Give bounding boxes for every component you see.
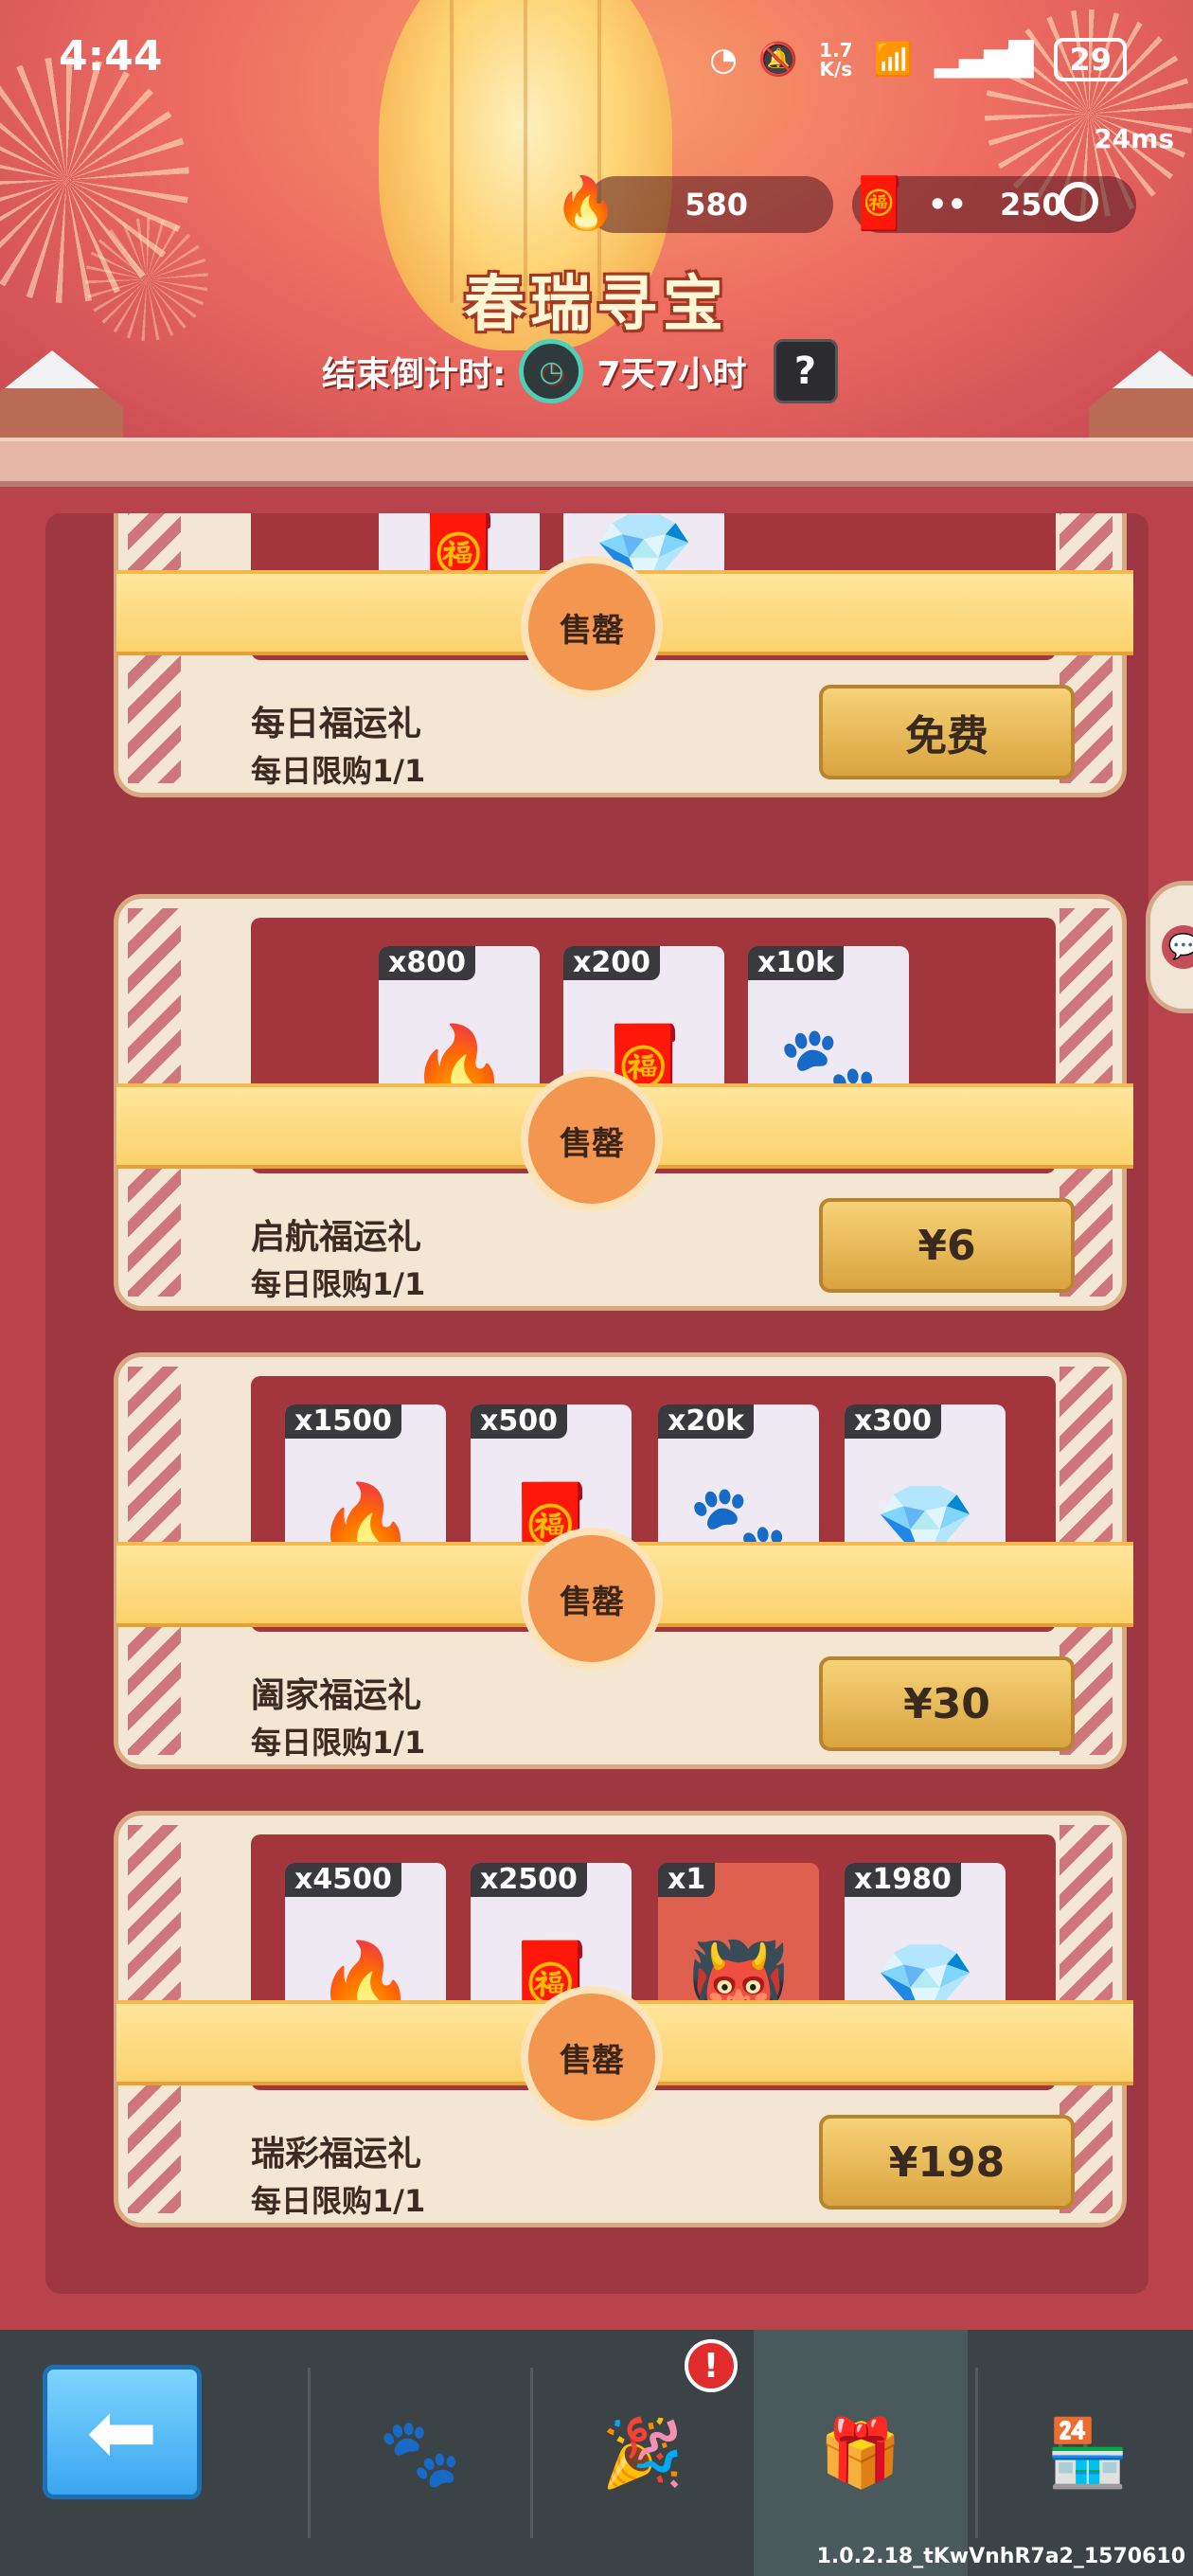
bell-muted-icon: 🔕 [757, 41, 799, 79]
clock-icon: ◷ [519, 339, 584, 403]
gift-limit: 每日限购1/1 [251, 2183, 426, 2219]
status-icons: ◔ 🔕 1.7 K/s 📶 ▂▄▆█ 29 [709, 38, 1127, 81]
item-qty: x2500 [471, 1863, 587, 1897]
item-qty: x1980 [845, 1863, 961, 1897]
sold-out-badge: 售罄 [521, 556, 663, 698]
item-qty: x800 [379, 946, 475, 980]
back-arrow-icon: ⬅ [86, 2382, 158, 2482]
price-button[interactable]: ¥198 [819, 2115, 1075, 2209]
gift-limit: 每日限购1/1 [251, 1725, 426, 1761]
status-time: 4:44 [59, 32, 163, 80]
chat-icon: 💬 [1162, 925, 1193, 969]
gift-list-panel[interactable]: 🧧 💎 售罄 每日福运礼 每日限购1/1 免费 x800 🔥 x200 🧧 x1… [45, 513, 1148, 2294]
price-button[interactable]: ¥30 [819, 1656, 1075, 1751]
currency-torch-value: 580 [685, 187, 748, 223]
item-qty: x500 [471, 1404, 567, 1439]
speedometer-icon: ◔ [709, 41, 738, 79]
countdown-label: 结束倒计时: [322, 355, 507, 394]
event-header: 4:44 ◔ 🔕 1.7 K/s 📶 ▂▄▆█ 29 24ms 🔥 580 🧧 … [0, 0, 1193, 445]
wifi-icon: 📶 [873, 41, 914, 79]
price-button[interactable]: 免费 [819, 685, 1075, 779]
roof-decoration [0, 350, 123, 445]
stamp-icon: 🧧 [847, 173, 912, 233]
sold-out-badge: 售罄 [521, 1528, 663, 1670]
sold-out-badge: 售罄 [521, 1986, 663, 2128]
net-speed: 1.7 K/s [819, 41, 852, 79]
item-qty: x1 [658, 1863, 716, 1897]
latency-label: 24ms [1094, 123, 1174, 154]
alert-badge: ! [685, 2339, 738, 2392]
item-qty: x4500 [285, 1863, 401, 1897]
more-dots-icon[interactable]: •• [928, 176, 967, 233]
record-icon[interactable] [1059, 182, 1098, 222]
shop-icon: 🏪 [1046, 2413, 1130, 2492]
countdown-value: 7天7小时 [596, 355, 747, 394]
gift-card: x4500 🔥 x2500 🧧 x1 👹 x1980 💎 售罄 瑞彩福运礼 每日… [114, 1811, 1133, 2227]
gift-name: 瑞彩福运礼 [251, 2135, 422, 2174]
item-qty: x10k [748, 946, 845, 980]
version-label: 1.0.2.18_tKwVnhR7a2_1570610 [816, 2545, 1185, 2568]
gift-icon: 🎁 [819, 2413, 902, 2492]
gift-name: 阖家福运礼 [251, 1676, 422, 1715]
gift-limit: 每日限购1/1 [251, 1266, 426, 1302]
party-popper-icon: 🎉 [601, 2413, 685, 2492]
back-button[interactable]: ⬅ [43, 2365, 202, 2499]
gift-card: x800 🔥 x200 🧧 x10k 🐾 售罄 启航福运礼 每日限购1/1 ¥6 [114, 894, 1133, 1311]
item-qty: x1500 [285, 1404, 401, 1439]
gift-name: 启航福运礼 [251, 1218, 422, 1257]
item-qty: x200 [563, 946, 660, 980]
currency-stamp[interactable]: 🧧 250 •• [847, 175, 1136, 233]
gift-limit: 每日限购1/1 [251, 753, 426, 789]
currency-torch[interactable]: 🔥 580 [554, 175, 833, 233]
help-button[interactable]: ? [773, 339, 838, 403]
nav-item-shop[interactable]: 🏪 [985, 2330, 1191, 2576]
price-button[interactable]: ¥6 [819, 1198, 1075, 1293]
paw-shield-icon: 🐾 [379, 2413, 462, 2492]
torch-icon: 🔥 [554, 173, 618, 233]
gift-name: 每日福运礼 [251, 705, 422, 743]
gift-card: x1500 🔥 x500 🧧 x20k 🐾 x300 💎 售罄 阖家福运礼 每日… [114, 1352, 1133, 1769]
header-ledge [0, 438, 1193, 487]
signal-icon: ▂▄▆█ [934, 41, 1034, 79]
currency-stamp-value: 250 [1000, 187, 1063, 223]
item-qty: x300 [845, 1404, 941, 1439]
item-qty: x20k [658, 1404, 755, 1439]
chat-side-tab[interactable]: 💬 [1146, 881, 1193, 1013]
roof-decoration [1089, 350, 1193, 445]
bottom-nav: ⬅ 🐾 🎉 🎁 🏪 1.0.2.18_tKwVnhR7a2_1570610 [0, 2330, 1193, 2576]
sold-out-badge: 售罄 [521, 1069, 663, 1211]
net-speed-unit: K/s [819, 58, 853, 80]
battery-indicator: 29 [1054, 38, 1127, 81]
countdown-row: 结束倒计时: ◷ 7天7小时 ? [322, 339, 838, 403]
event-title: 春瑞寻宝 [464, 270, 729, 340]
status-bar: 4:44 ◔ 🔕 1.7 K/s 📶 ▂▄▆█ 29 [0, 0, 1193, 114]
gift-card: 🧧 💎 售罄 每日福运礼 每日限购1/1 免费 [114, 513, 1133, 797]
nav-item-gift[interactable]: 🎁 [757, 2330, 964, 2576]
nav-item-pet[interactable]: 🐾 [317, 2330, 524, 2576]
